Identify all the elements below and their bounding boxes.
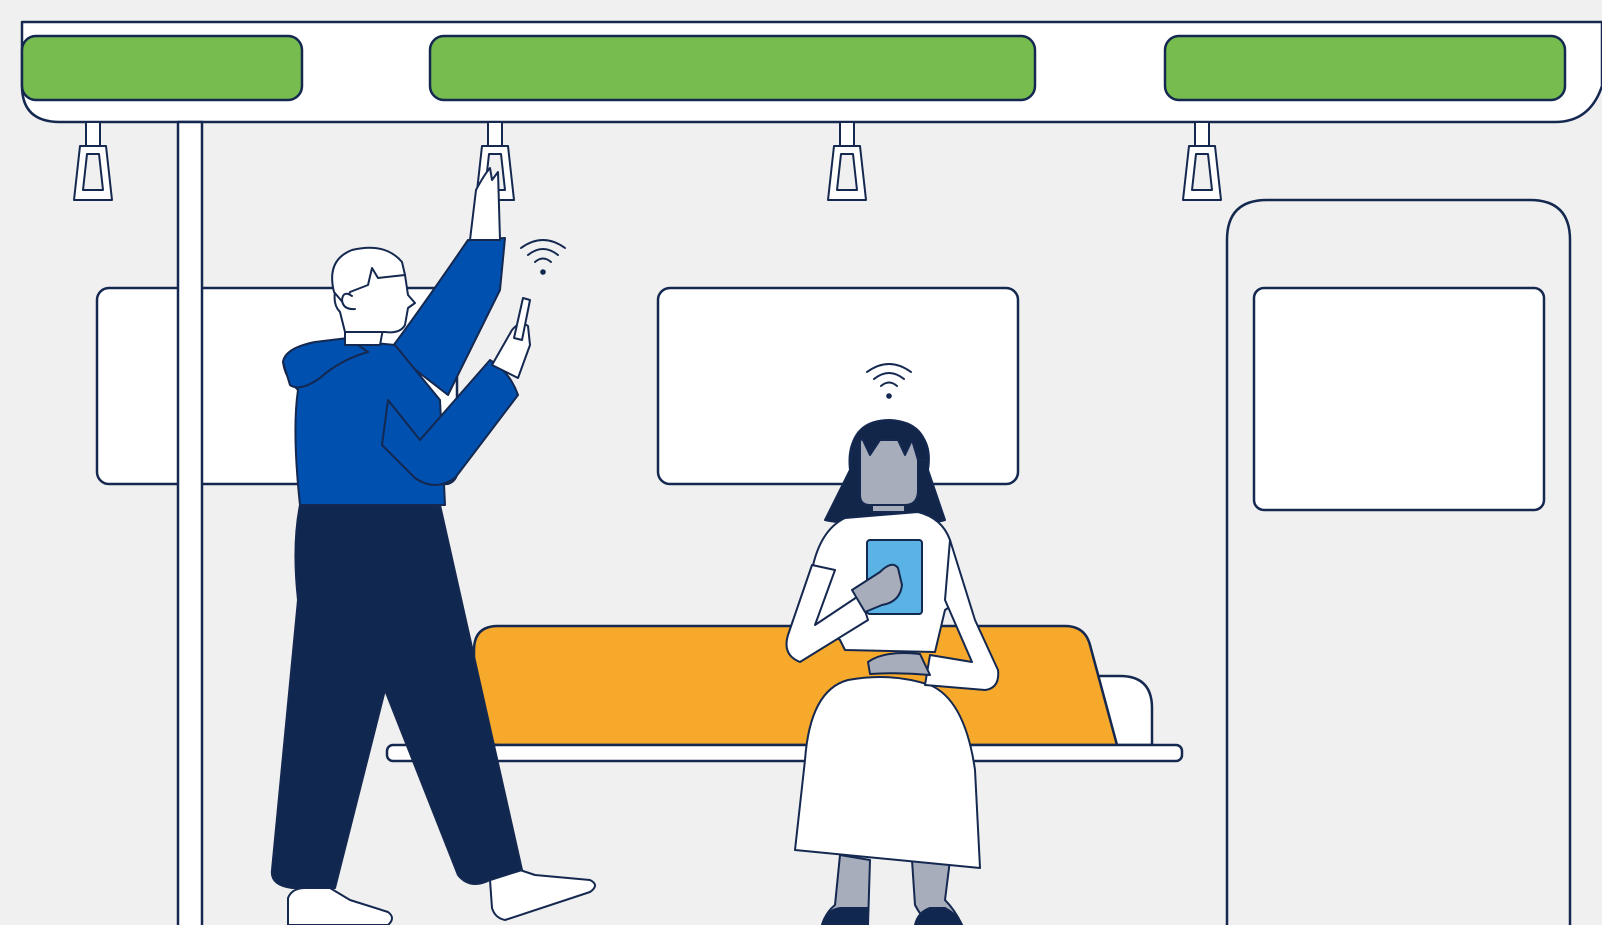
strap-stem (1194, 121, 1210, 147)
woman-resting-hand (867, 652, 931, 676)
door (1225, 198, 1572, 925)
strap-handle-opening (82, 153, 104, 191)
strap-handle-opening (1191, 153, 1213, 191)
window-center (656, 286, 1020, 486)
strap-stem (839, 121, 855, 147)
door-window (1252, 286, 1546, 512)
grab-pole (176, 120, 204, 925)
strap-handle-opening (836, 153, 858, 191)
strap-stem (487, 121, 503, 147)
strap-stem (85, 121, 101, 147)
bench-rail (385, 743, 1184, 763)
light-strip-right (1163, 34, 1567, 102)
woman-skirt (794, 675, 981, 869)
light-strip-center (428, 34, 1037, 102)
subway-scene-illustration (0, 0, 1602, 925)
ceiling-rail (20, 20, 1602, 124)
bench-seat (385, 624, 1184, 763)
light-strip-left (20, 34, 304, 102)
